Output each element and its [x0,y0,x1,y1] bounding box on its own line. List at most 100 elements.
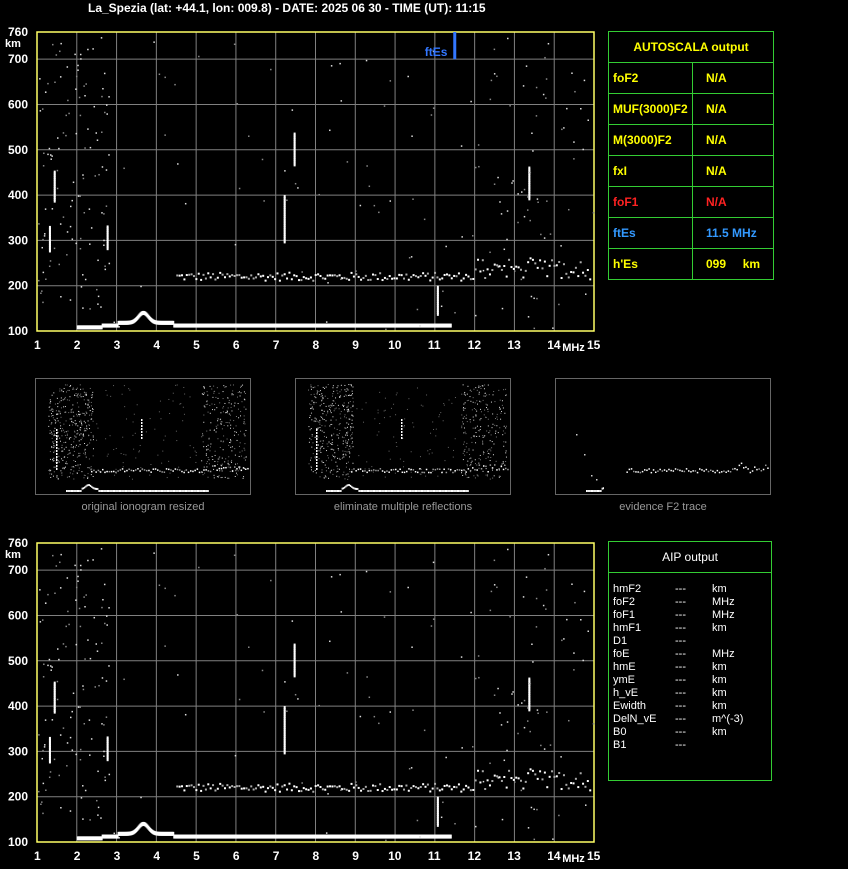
thumb-noise [68,399,70,401]
noise-point [164,645,166,647]
thumb-noise [83,412,85,414]
thumb-e-trace [94,487,96,490]
thumb-noise [244,392,246,394]
f-trace-point [529,768,532,771]
autoscala-value: 099 km [706,257,761,271]
thumb-noise [345,433,347,435]
f-trace-point [481,259,484,262]
thumb-noise [59,411,61,413]
f-trace-point [223,787,226,790]
thumb-f-trace [406,470,408,473]
f-trace-point [247,788,250,791]
thumb-noise [408,398,410,400]
thumb-noise [311,412,313,414]
noise-point [497,176,499,179]
noise-point [89,754,91,756]
thumb-e-trace [402,490,404,492]
autoscala-key: MUF(3000)F2 [609,94,693,124]
thumb-e-trace [601,487,603,490]
thumb-f-trace [692,470,694,472]
aip-value: --- [675,661,686,673]
f-trace-point [481,770,484,773]
thumb-noise [227,466,229,468]
thumb-noise [228,464,230,466]
thumb-noise [77,393,79,395]
noise-point [561,128,563,131]
aip-param: hmE [613,661,636,673]
f-trace-point [321,277,324,280]
thumb-e-trace [464,490,466,492]
thumb-noise [463,450,465,452]
noise-point [101,677,104,679]
aip-row: hmE --- km [609,661,771,674]
thumb-noise [215,425,217,427]
thumb-noise [56,476,58,478]
noise-point [389,591,392,593]
thumb-e-trace [340,490,342,492]
thumb-f-trace [672,470,675,472]
thumb-original [35,378,251,495]
thumb-e-trace [364,490,366,492]
thumb-noise [466,464,468,466]
thumb-noise [225,386,227,388]
noise-point [430,625,433,627]
thumb-noise [327,412,329,414]
thumb-e-trace [100,490,102,492]
thumb-noise [469,458,471,460]
thumb-f-trace [421,471,423,474]
thumb-noise [65,466,67,468]
thumb-noise [346,432,348,434]
f-trace-point [536,266,539,269]
noise-point [327,282,329,284]
noise-point [297,187,299,189]
thumb-noise [240,386,242,388]
thumb-noise [340,389,342,391]
thumb-noise [325,420,327,422]
thumb-e-trace [116,490,118,492]
thumb-noise [437,475,439,477]
thumb-f-trace [364,470,366,472]
thumb-noise [66,433,68,435]
thumb-noise [49,458,51,460]
thumb-e-trace [124,490,126,492]
thumb-e-trace [467,490,469,492]
thumb-noise [493,443,495,445]
thumb-f-trace [106,470,108,473]
thumb-noise [496,413,498,415]
thumb-noise [86,399,88,401]
thumb-noise [483,452,485,454]
noise-point [286,710,288,713]
thumb-noise [325,405,327,407]
autoscala-row: foF2 N/A [609,63,773,94]
f-trace-point [264,790,267,793]
thumb-noise [476,464,478,466]
thumb-noise [422,405,424,407]
noise-point [509,105,511,107]
noise-point [41,619,44,621]
thumb-e-trace [384,490,386,492]
thumb-f-trace [716,469,719,472]
thumb-e-trace [465,490,467,492]
thumb-f-trace [637,471,639,473]
thumb-f-trace [718,471,721,474]
noise-point [43,235,46,237]
thumb-noise [482,434,484,436]
f-trace-point [400,274,403,277]
noise-point [80,797,83,799]
f-trace-point [522,276,525,279]
f-trace-point [326,785,329,788]
f-trace-point [226,784,229,787]
noise-point [100,37,103,39]
noise-point [83,211,86,214]
thumb-noise [84,452,86,454]
thumb-noise [226,409,228,411]
thumb-noise [502,407,504,409]
f-trace-point [436,276,439,279]
thumb-noise [129,475,131,477]
noise-point [75,643,78,646]
noise-point [517,193,519,195]
thumb-noise [214,390,216,392]
thumb-f-trace [417,471,419,474]
thumb-noise [73,450,75,452]
thumb-noise [113,449,115,451]
